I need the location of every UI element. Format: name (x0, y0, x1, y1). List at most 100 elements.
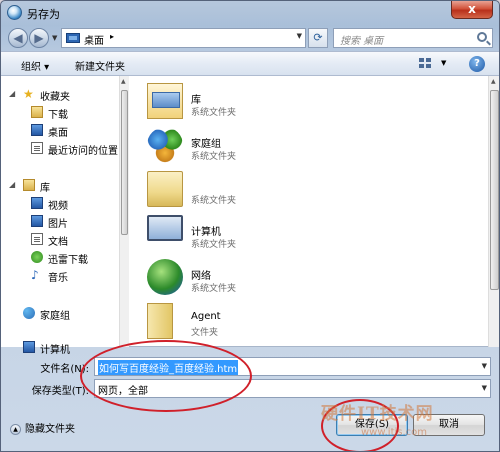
computer-icon (147, 215, 183, 241)
sidebar-item-label: 收藏夹 (40, 92, 70, 103)
sidebar-item-label: 视频 (48, 201, 68, 212)
list-item[interactable]: 计算机 系统文件夹 (131, 211, 471, 255)
save-button[interactable]: 保存(S) (336, 414, 408, 436)
title-bar: 另存为 x (1, 1, 499, 25)
sidebar-item-label: 下载 (48, 110, 68, 121)
file-name: 网络 (191, 271, 211, 282)
computer-icon (23, 341, 35, 353)
scroll-up-icon[interactable]: ▲ (491, 78, 496, 85)
file-name: 计算机 (191, 227, 221, 238)
libraries-icon (23, 179, 35, 191)
dialog-footer: ▲ 隐藏文件夹 保存(S) 取消 (1, 401, 499, 451)
file-list-scrollbar[interactable]: ▲ (488, 76, 499, 347)
filename-row: 文件名(N): 如何写百度经验_百度经验.htm ▼ (1, 356, 499, 378)
command-toolbar: 组织 ▾ 新建文件夹 ▼ ? (1, 51, 499, 76)
file-name: 家庭组 (191, 139, 221, 150)
video-library-icon (31, 197, 43, 209)
sidebar-item-recent[interactable]: 最近访问的位置 (1, 139, 119, 157)
filename-label: 文件名(N): (40, 364, 89, 375)
file-type: 系统文件夹 (191, 196, 237, 206)
homegroup-icon (23, 307, 35, 319)
sidebar-item-label: 音乐 (48, 273, 68, 284)
sidebar-item-label: 计算机 (40, 345, 70, 356)
recent-places-icon (31, 142, 43, 154)
desktop-icon (31, 124, 43, 136)
cancel-button[interactable]: 取消 (413, 414, 485, 436)
filetype-row: 保存类型(T): 网页，全部 ▼ (1, 378, 499, 400)
chevron-down-icon[interactable]: ▼ (482, 384, 487, 392)
close-button[interactable]: x (451, 1, 493, 19)
filetype-label: 保存类型(T): (31, 386, 89, 397)
sidebar-item-videos[interactable]: 视频 (1, 194, 119, 212)
sidebar-item-label: 家庭组 (40, 311, 70, 322)
file-type: 系统文件夹 (191, 240, 237, 250)
list-item[interactable]: Agent 文件夹 (131, 299, 471, 343)
hide-folders-button[interactable]: ▲ 隐藏文件夹 (10, 420, 75, 435)
forward-button[interactable]: ▶ (29, 28, 49, 48)
search-input[interactable]: 搜索 桌面 (333, 28, 493, 48)
window-title: 另存为 (27, 8, 60, 21)
libraries-icon (147, 83, 183, 119)
view-options-icon[interactable] (419, 58, 433, 70)
desktop-icon (66, 33, 80, 43)
sidebar-item-label: 桌面 (48, 128, 68, 139)
favorites-star-icon: ★ (23, 87, 34, 101)
list-item[interactable]: 家庭组 系统文件夹 (131, 123, 471, 167)
sidebar-item-homegroup[interactable]: 家庭组 (1, 304, 119, 322)
list-item[interactable]: 系统文件夹 (131, 167, 471, 211)
sidebar-item-music[interactable]: ♪ 音乐 (1, 266, 119, 284)
back-button[interactable]: ◀ (8, 28, 28, 48)
sidebar-item-libraries[interactable]: ◢ 库 (1, 176, 119, 194)
browser-area: ◢ ★ 收藏夹 下载 桌面 最近访问的位置 ◢ 库 视频 图片 文档 迅雷下载 … (1, 76, 499, 356)
sidebar-item-favorites[interactable]: ◢ ★ 收藏夹 (1, 85, 119, 103)
expand-arrow-icon[interactable]: ◢ (9, 180, 15, 189)
sidebar-item-label: 迅雷下载 (48, 255, 88, 266)
address-segment[interactable]: 桌面 (84, 32, 104, 47)
scrollbar-thumb[interactable] (490, 90, 499, 290)
hide-folders-label: 隐藏文件夹 (25, 424, 75, 435)
list-item[interactable]: 库 系统文件夹 (131, 79, 471, 123)
network-icon (147, 259, 183, 295)
sidebar-item-documents[interactable]: 文档 (1, 230, 119, 248)
file-type: 系统文件夹 (191, 108, 237, 118)
organize-menu[interactable]: 组织 ▾ (21, 58, 49, 73)
navigation-pane: ◢ ★ 收藏夹 下载 桌面 最近访问的位置 ◢ 库 视频 图片 文档 迅雷下载 … (1, 76, 129, 356)
filetype-value: 网页，全部 (98, 386, 148, 397)
sidebar-item-label: 最近访问的位置 (48, 146, 118, 157)
search-placeholder: 搜索 桌面 (340, 36, 384, 47)
user-folder-icon (147, 171, 183, 207)
filetype-select[interactable]: 网页，全部 ▼ (94, 379, 491, 398)
scrollbar-thumb[interactable] (121, 90, 128, 235)
collapse-arrow-icon: ▲ (10, 423, 21, 435)
documents-library-icon (31, 233, 43, 245)
sidebar-scrollbar[interactable]: ▲ (119, 76, 129, 347)
expand-arrow-icon[interactable]: ◢ (9, 89, 15, 98)
sidebar-item-label: 库 (40, 183, 50, 194)
filename-field[interactable]: 如何写百度经验_百度经验.htm ▼ (94, 357, 491, 376)
help-button[interactable]: ? (469, 56, 485, 72)
scroll-up-icon[interactable]: ▲ (121, 78, 126, 85)
sidebar-item-desktop[interactable]: 桌面 (1, 121, 119, 139)
folder-icon (147, 303, 173, 339)
view-dropdown[interactable]: ▼ (441, 59, 446, 67)
address-dropdown[interactable]: ▼ (297, 32, 302, 40)
sidebar-item-thunder[interactable]: 迅雷下载 (1, 248, 119, 266)
filename-value[interactable]: 如何写百度经验_百度经验.htm (98, 360, 239, 375)
refresh-button[interactable]: ⟳ (308, 28, 328, 48)
music-library-icon: ♪ (31, 268, 39, 282)
search-icon (477, 32, 487, 42)
file-type: 系统文件夹 (191, 284, 237, 294)
sidebar-item-downloads[interactable]: 下载 (1, 103, 119, 121)
breadcrumb-separator[interactable]: ▸ (110, 32, 114, 41)
chevron-down-icon[interactable]: ▼ (482, 362, 487, 370)
sidebar-item-label: 文档 (48, 237, 68, 248)
download-folder-icon (31, 106, 43, 118)
navigation-bar: ◀ ▶ ▼ 桌面 ▸ ▼ ⟳ 搜索 桌面 (1, 25, 499, 51)
sidebar-item-pictures[interactable]: 图片 (1, 212, 119, 230)
sidebar-item-computer[interactable]: 计算机 (1, 338, 119, 356)
address-bar[interactable]: 桌面 ▸ ▼ (61, 28, 306, 48)
file-type: 系统文件夹 (191, 152, 237, 162)
recent-pages-dropdown[interactable]: ▼ (52, 34, 57, 42)
new-folder-button[interactable]: 新建文件夹 (75, 58, 125, 73)
list-item[interactable]: 网络 系统文件夹 (131, 255, 471, 299)
